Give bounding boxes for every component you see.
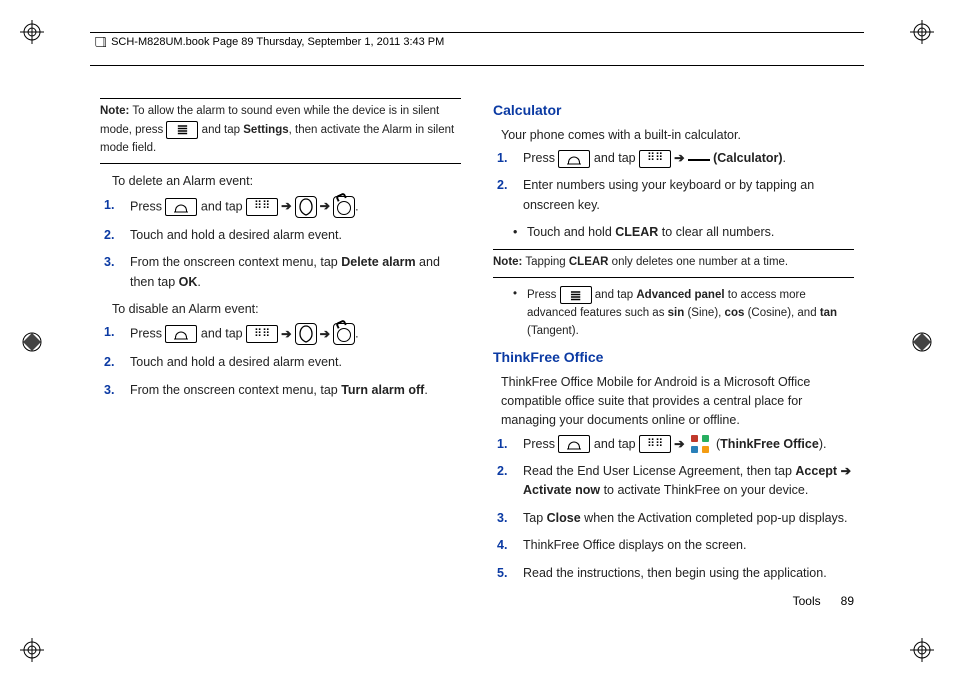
tf-step-3: Tap Close when the Activation completed …: [519, 509, 854, 528]
calc-bullet-advanced: Press and tap Advanced panel to access m…: [527, 286, 854, 340]
tf-step-2: Read the End User License Agreement, the…: [519, 462, 854, 501]
thinkfree-icon: [691, 435, 709, 453]
calculator-heading: Calculator: [493, 100, 854, 122]
apps-icon: [246, 198, 278, 216]
note-silent-mode: Note: To allow the alarm to sound even w…: [100, 98, 461, 164]
disable-steps: Press and tap ➔➔. Touch and hold a desir…: [100, 323, 461, 400]
disable-lead: To disable an Alarm event:: [112, 300, 461, 319]
util-icon: [295, 323, 317, 345]
calc-bullets: Touch and hold CLEAR to clear all number…: [493, 223, 854, 242]
footer-section: Tools: [793, 594, 821, 608]
calculator-steps: Press and tap ➔ (Calculator). Enter numb…: [493, 149, 854, 215]
apps-icon: [639, 435, 671, 453]
calc-adv-bullet: Press and tap Advanced panel to access m…: [493, 286, 854, 340]
note-label: Note:: [493, 256, 522, 268]
arrow-icon: ➔: [317, 327, 333, 341]
delete-step-3: From the onscreen context menu, tap Dele…: [126, 253, 461, 292]
footer-page: 89: [841, 594, 854, 608]
note-label: Note:: [100, 105, 129, 117]
arrow-icon: ➔: [278, 327, 294, 341]
menu-icon: [560, 286, 592, 304]
arrow-icon: ➔: [317, 199, 333, 213]
menu-icon: [166, 121, 198, 139]
calculator-lead: Your phone comes with a built-in calcula…: [501, 126, 854, 145]
page-header: SCH-M828UM.book Page 89 Thursday, Septem…: [90, 30, 864, 66]
crop-mark-mid-right: [910, 330, 934, 354]
calc-note: Note: Tapping CLEAR only deletes one num…: [493, 249, 854, 279]
delete-lead: To delete an Alarm event:: [112, 172, 461, 191]
thinkfree-lead: ThinkFree Office Mobile for Android is a…: [501, 373, 854, 431]
disable-step-3: From the onscreen context menu, tap Turn…: [126, 381, 461, 400]
page-footer: Tools 89: [793, 594, 854, 608]
calc-bullet-clear: Touch and hold CLEAR to clear all number…: [527, 223, 854, 242]
clock-icon: [333, 196, 355, 218]
disable-step-2: Touch and hold a desired alarm event.: [126, 353, 461, 372]
thinkfree-heading: ThinkFree Office: [493, 347, 854, 369]
crop-mark-bottom-left: [20, 638, 44, 662]
arrow-icon: ➔: [278, 199, 294, 213]
clock-icon: [333, 323, 355, 345]
note-text-b: and tap: [198, 124, 243, 136]
calc-step-2: Enter numbers using your keyboard or by …: [519, 176, 854, 215]
disable-step-1: Press and tap ➔➔.: [126, 323, 461, 345]
tf-step-1: Press and tap ➔ ((ThinkFree Office)Think…: [519, 435, 854, 454]
tf-step-4: ThinkFree Office displays on the screen.: [519, 536, 854, 555]
crop-mark-mid-left: [20, 330, 44, 354]
calc-step-1: Press and tap ➔ (Calculator).: [519, 149, 854, 168]
crop-mark-bottom-right: [910, 638, 934, 662]
header-text: SCH-M828UM.book Page 89 Thursday, Septem…: [111, 36, 444, 48]
crop-mark-top-left: [20, 20, 44, 44]
home-icon: [558, 150, 590, 168]
util-icon: [295, 196, 317, 218]
delete-step-2: Touch and hold a desired alarm event.: [126, 226, 461, 245]
arrow-icon: ➔: [671, 151, 687, 165]
calculator-icon: [688, 152, 710, 166]
arrow-icon: ➔: [671, 437, 687, 451]
delete-step-1: Press and tap ➔➔.: [126, 196, 461, 218]
right-column: Calculator Your phone comes with a built…: [493, 94, 854, 602]
left-column: Note: To allow the alarm to sound even w…: [100, 94, 461, 602]
crop-mark-top-right: [910, 20, 934, 44]
delete-steps: Press and tap ➔➔. Touch and hold a desir…: [100, 196, 461, 292]
tf-step-5: Read the instructions, then begin using …: [519, 564, 854, 583]
apps-icon: [246, 325, 278, 343]
home-icon: [558, 435, 590, 453]
home-icon: [165, 325, 197, 343]
thinkfree-steps: Press and tap ➔ ((ThinkFree Office)Think…: [493, 435, 854, 583]
apps-icon: [639, 150, 671, 168]
note-settings: Settings: [243, 124, 288, 136]
home-icon: [165, 198, 197, 216]
book-icon: [94, 35, 108, 49]
